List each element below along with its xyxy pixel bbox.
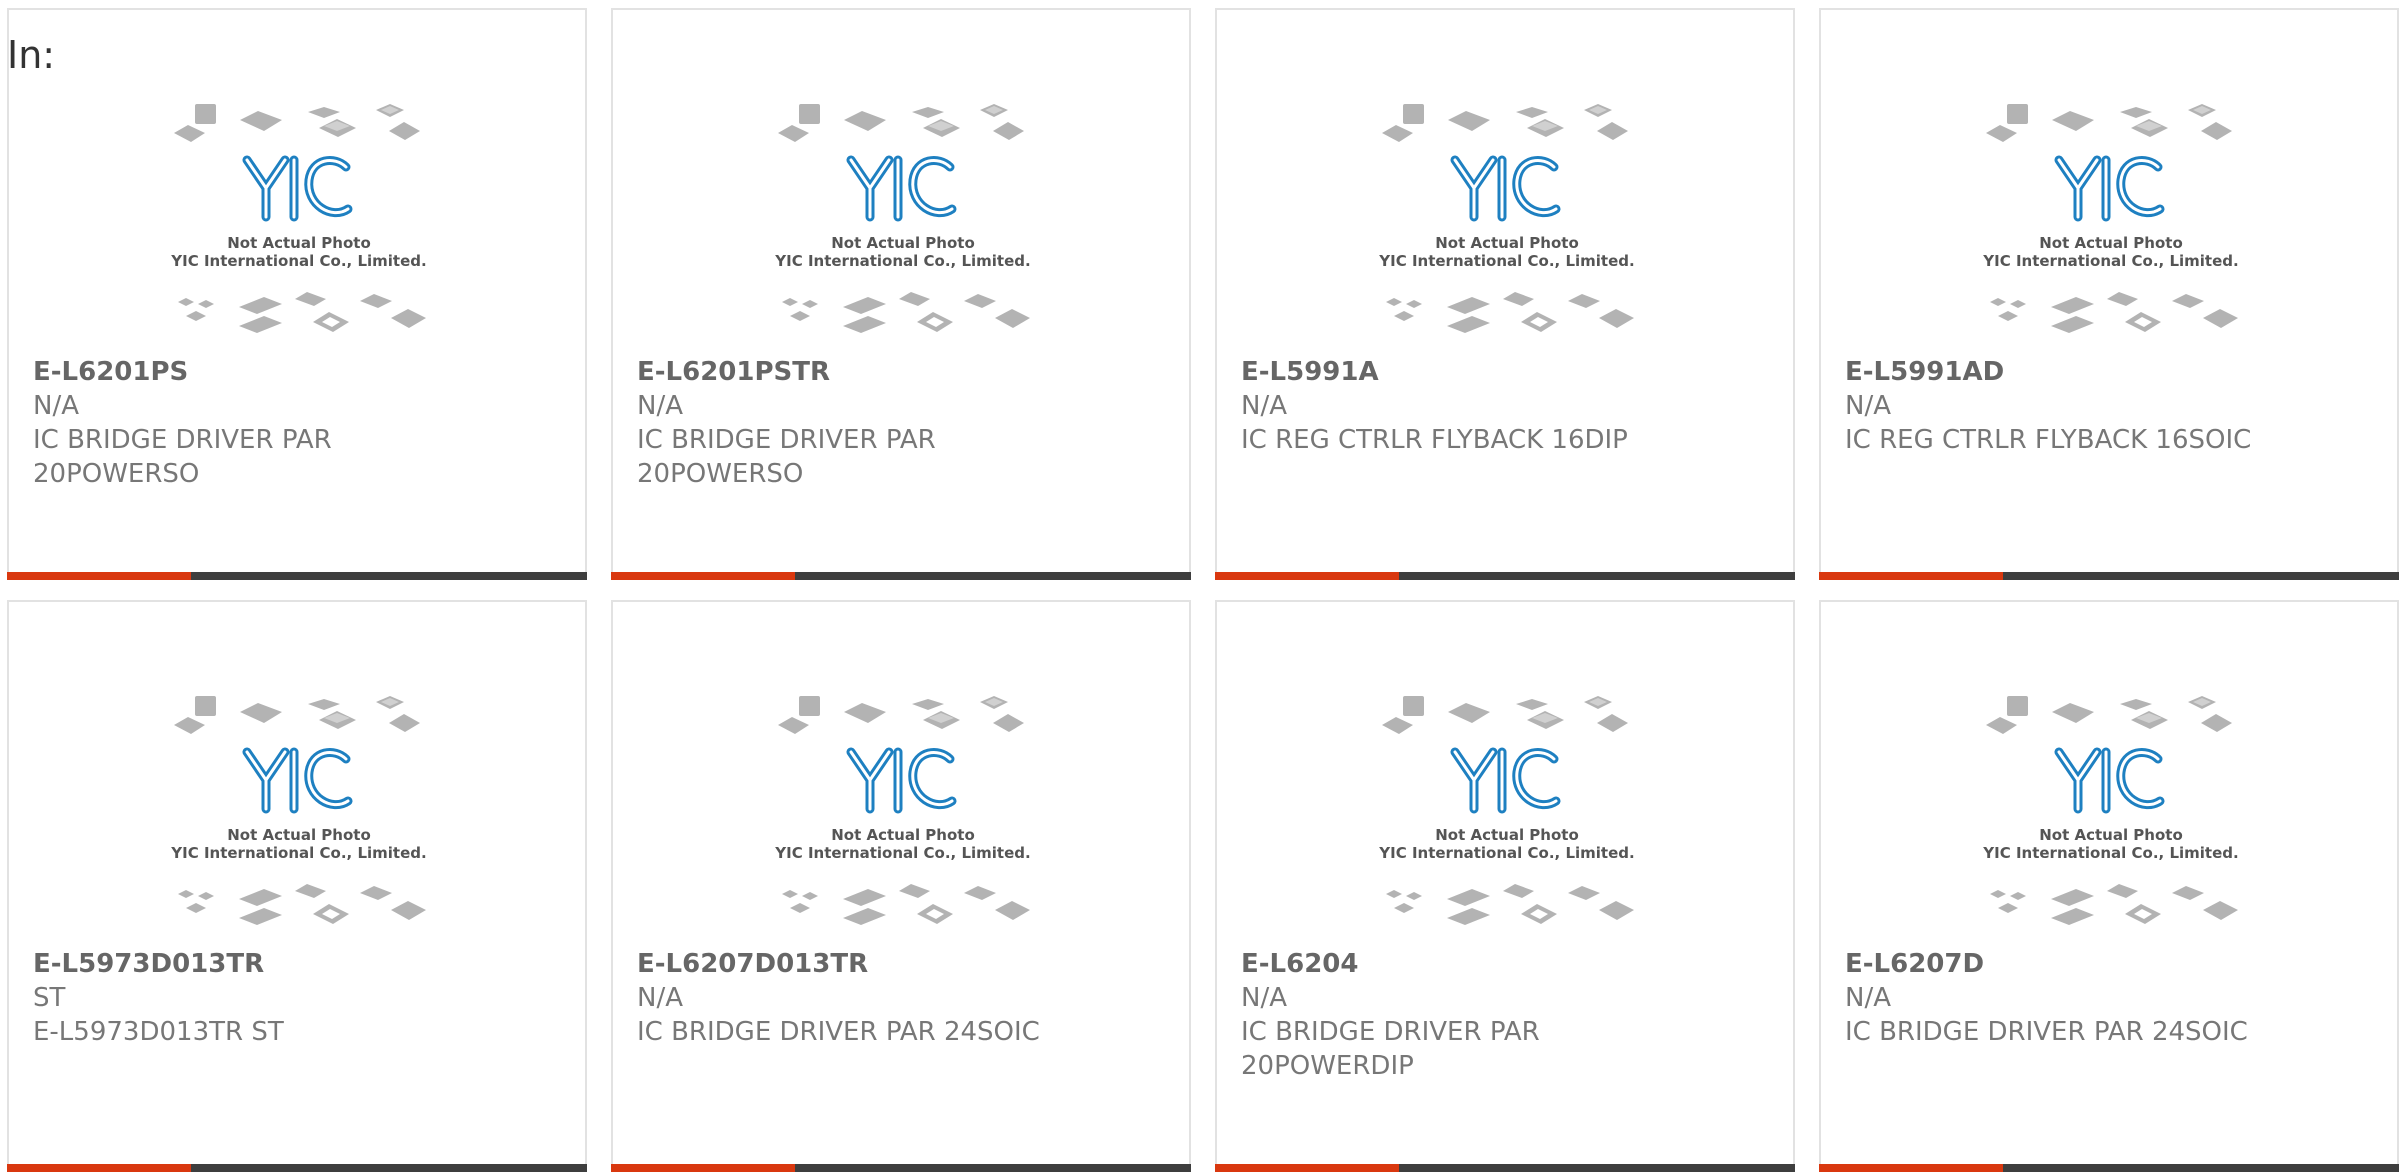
product-placeholder-image[interactable]: Not Actual Photo YIC International Co., …: [1976, 692, 2244, 939]
product-card[interactable]: Not Actual Photo YIC International Co., …: [7, 8, 587, 580]
card-bottom-bar: [1215, 1164, 1795, 1172]
product-grid: Not Actual Photo YIC International Co., …: [7, 8, 2400, 1172]
card-bottom-bar: [1819, 572, 2399, 580]
manufacturer: N/A: [1845, 391, 1891, 421]
yic-company-caption: YIC International Co., Limited.: [1982, 844, 2238, 862]
yic-logo-icon: [846, 747, 957, 814]
product-placeholder-image[interactable]: Not Actual Photo YIC International Co., …: [768, 692, 1036, 939]
yic-logo-icon: [846, 155, 957, 222]
product-info: E-L5973D013TR ST E-L5973D013TR ST: [33, 947, 533, 1049]
yic-company-caption: YIC International Co., Limited.: [1378, 844, 1634, 862]
description-line-1: E-L5973D013TR ST: [33, 1017, 284, 1047]
part-number-link[interactable]: E-L5991A: [1241, 355, 1741, 389]
card-bottom-bar: [7, 572, 587, 580]
product-card[interactable]: Not Actual Photo YIC International Co., …: [1215, 8, 1795, 580]
product-info: E-L5991A N/A IC REG CTRLR FLYBACK 16DIP: [1241, 355, 1741, 457]
part-number-link[interactable]: E-L6201PSTR: [637, 355, 1137, 389]
description-line-1: IC REG CTRLR FLYBACK 16DIP: [1241, 425, 1628, 455]
yic-logo-icon: [2054, 155, 2165, 222]
yic-company-caption: YIC International Co., Limited.: [170, 844, 426, 862]
part-number-link[interactable]: E-L6207D: [1845, 947, 2345, 981]
product-info: E-L6201PSTR N/A IC BRIDGE DRIVER PAR 20POWE…: [637, 355, 1137, 491]
part-number-link[interactable]: E-L5973D013TR: [33, 947, 533, 981]
part-number-link[interactable]: E-L6207D013TR: [637, 947, 1137, 981]
card-bottom-bar: [1215, 572, 1795, 580]
product-card[interactable]: Not Actual Photo YIC International Co., …: [1819, 600, 2399, 1172]
description-line-2: 20POWERSO: [637, 459, 804, 489]
yic-logo-icon: [242, 155, 353, 222]
product-info: E-L6204 N/A IC BRIDGE DRIVER PAR 20POWERDIP: [1241, 947, 1741, 1083]
yic-logo-icon: [1450, 747, 1561, 814]
product-card[interactable]: Not Actual Photo YIC International Co., …: [7, 600, 587, 1172]
product-info: E-L6201PS N/A IC BRIDGE DRIVER PAR 20POWERS…: [33, 355, 533, 491]
manufacturer: ST: [33, 983, 66, 1013]
description-line-1: IC REG CTRLR FLYBACK 16SOIC: [1845, 425, 2252, 455]
product-card[interactable]: Not Actual Photo YIC International Co., …: [1819, 8, 2399, 580]
description-line-2: 20POWERDIP: [1241, 1051, 1414, 1081]
product-info: E-L5991AD N/A IC REG CTRLR FLYBACK 16SOIC: [1845, 355, 2345, 457]
not-actual-photo-caption: Not Actual Photo: [227, 826, 371, 844]
not-actual-photo-caption: Not Actual Photo: [2039, 826, 2183, 844]
not-actual-photo-caption: Not Actual Photo: [2039, 234, 2183, 252]
part-number-link[interactable]: E-L5991AD: [1845, 355, 2345, 389]
product-placeholder-image[interactable]: Not Actual Photo YIC International Co., …: [768, 100, 1036, 347]
card-bottom-bar: [611, 1164, 1191, 1172]
description-line-1: IC BRIDGE DRIVER PAR 24SOIC: [637, 1017, 1040, 1047]
product-placeholder-image[interactable]: Not Actual Photo YIC International Co., …: [1976, 100, 2244, 347]
description-line-1: IC BRIDGE DRIVER PAR: [1241, 1017, 1540, 1047]
not-actual-photo-caption: Not Actual Photo: [1435, 234, 1579, 252]
manufacturer: N/A: [1241, 983, 1287, 1013]
card-bottom-bar: [611, 572, 1191, 580]
description-line-2: 20POWERSO: [33, 459, 200, 489]
product-card[interactable]: Not Actual Photo YIC International Co., …: [1215, 600, 1795, 1172]
not-actual-photo-caption: Not Actual Photo: [1435, 826, 1579, 844]
product-card[interactable]: Not Actual Photo YIC International Co., …: [611, 8, 1191, 580]
yic-company-caption: YIC International Co., Limited.: [774, 844, 1030, 862]
yic-logo-icon: [2054, 747, 2165, 814]
product-placeholder-image[interactable]: Not Actual Photo YIC International Co., …: [164, 100, 432, 347]
product-info: E-L6207D013TR N/A IC BRIDGE DRIVER PAR 24S…: [637, 947, 1137, 1049]
yic-logo-icon: [242, 747, 353, 814]
yic-company-caption: YIC International Co., Limited.: [1378, 252, 1634, 270]
product-placeholder-image[interactable]: Not Actual Photo YIC International Co., …: [1372, 100, 1640, 347]
product-placeholder-image[interactable]: Not Actual Photo YIC International Co., …: [1372, 692, 1640, 939]
part-number-link[interactable]: E-L6201PS: [33, 355, 533, 389]
product-info: E-L6207D N/A IC BRIDGE DRIVER PAR 24SOIC: [1845, 947, 2345, 1049]
not-actual-photo-caption: Not Actual Photo: [831, 826, 975, 844]
manufacturer: N/A: [33, 391, 79, 421]
product-placeholder-image[interactable]: Not Actual Photo YIC International Co., …: [164, 692, 432, 939]
description-line-1: IC BRIDGE DRIVER PAR: [33, 425, 332, 455]
yic-company-caption: YIC International Co., Limited.: [774, 252, 1030, 270]
manufacturer: N/A: [1241, 391, 1287, 421]
part-number-link[interactable]: E-L6204: [1241, 947, 1741, 981]
card-bottom-bar: [1819, 1164, 2399, 1172]
card-bottom-bar: [7, 1164, 587, 1172]
manufacturer: N/A: [637, 391, 683, 421]
manufacturer: N/A: [637, 983, 683, 1013]
description-line-1: IC BRIDGE DRIVER PAR: [637, 425, 936, 455]
not-actual-photo-caption: Not Actual Photo: [227, 234, 371, 252]
in-label: In:: [7, 33, 56, 77]
yic-company-caption: YIC International Co., Limited.: [1982, 252, 2238, 270]
product-card[interactable]: Not Actual Photo YIC International Co., …: [611, 600, 1191, 1172]
not-actual-photo-caption: Not Actual Photo: [831, 234, 975, 252]
yic-logo-icon: [1450, 155, 1561, 222]
manufacturer: N/A: [1845, 983, 1891, 1013]
description-line-1: IC BRIDGE DRIVER PAR 24SOIC: [1845, 1017, 2248, 1047]
yic-company-caption: YIC International Co., Limited.: [170, 252, 426, 270]
